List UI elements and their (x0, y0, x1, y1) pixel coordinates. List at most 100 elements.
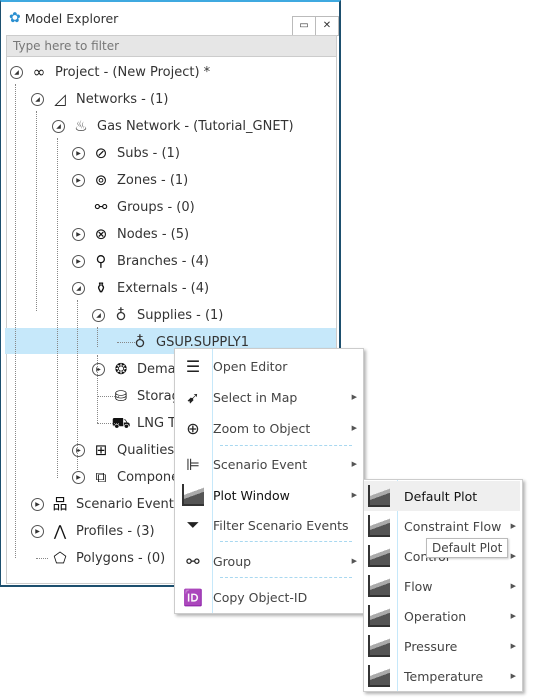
externals-icon: ⚱ (94, 279, 108, 297)
collapse-toggle[interactable]: ◢ (92, 308, 105, 322)
qualities-icon: ⊞ (94, 441, 108, 459)
menu-item-label: Copy Object-ID (213, 589, 308, 605)
menu-item-zoom-to-object[interactable]: ⊕ Zoom to Object ▶ (175, 413, 363, 443)
tree-line (97, 327, 98, 347)
tree-line (57, 138, 58, 478)
submenu-arrow-icon: ▶ (510, 672, 516, 680)
select-map-icon: ➹ (186, 387, 200, 407)
submenu-item-pressure[interactable]: Pressure ▶ (364, 631, 522, 661)
expand-toggle[interactable]: ▶ (72, 443, 85, 457)
supply-icon: ♁ (115, 306, 127, 324)
tree-item[interactable]: ◢ ♨ Gas Network - (Tutorial_GNET) (52, 115, 294, 137)
menu-item-label: Open Editor (213, 358, 288, 374)
flame-icon: ♨ (74, 117, 88, 135)
submenu-arrow-icon: ▶ (510, 522, 516, 530)
expand-toggle[interactable]: ▶ (72, 227, 85, 241)
collapse-toggle[interactable]: ◢ (31, 92, 44, 106)
submenu-arrow-icon: ▶ (351, 557, 357, 565)
tooltip: Default Plot (426, 538, 509, 558)
plot-icon (368, 605, 390, 627)
tree-item[interactable]: ⚯ Groups - (0) (72, 196, 195, 218)
plot-icon (368, 485, 390, 507)
profile-icon: ⋀ (53, 522, 67, 540)
tree-item[interactable]: ▶ ⚲ Branches - (4) (72, 250, 209, 272)
menu-item-label: Select in Map (213, 389, 298, 405)
menu-item-scenario-event[interactable]: ⊫ Scenario Event ▶ (175, 449, 363, 479)
tree-item[interactable]: ◢ ∞ Project - (New Project) * (10, 61, 210, 83)
tree-item-label: Project - (New Project) * (55, 64, 211, 80)
menu-item-label: Pressure (404, 638, 458, 654)
menu-separator (220, 445, 352, 446)
context-menu: ☰ Open Editor ➹ Select in Map ▶ ⊕ Zoom to Obje… (174, 348, 364, 614)
tree-line (77, 300, 78, 470)
menu-item-plot-window[interactable]: Plot Window ▶ (175, 480, 363, 510)
tree-item-label: Branches - (4) (117, 253, 209, 269)
collapse-toggle[interactable]: ◢ (72, 281, 85, 295)
editor-icon: ☰ (185, 356, 201, 376)
plot-icon (368, 635, 390, 657)
tree-item[interactable]: ▶ ⋀ Profiles - (3) (31, 520, 155, 542)
expand-toggle[interactable]: ▶ (72, 470, 85, 484)
submenu-item-default-plot[interactable]: Default Plot (364, 481, 520, 511)
branches-icon: ⚲ (95, 252, 107, 270)
submenu-item-flow[interactable]: Flow ▶ (364, 571, 522, 601)
components-icon: ⧉ (95, 468, 107, 486)
menu-item-label: Flow (404, 578, 433, 594)
tree-item[interactable]: ◢ ⚱ Externals - (4) (72, 277, 209, 299)
submenu-arrow-icon: ▶ (510, 582, 516, 590)
submenu-arrow-icon: ▶ (351, 460, 357, 468)
plot-icon (182, 484, 204, 506)
plot-icon (368, 545, 390, 567)
menu-item-label: Filter Scenario Events (213, 517, 349, 533)
collapse-toggle[interactable]: ◢ (52, 119, 65, 133)
window-title: ✿ Model Explorer (9, 10, 119, 26)
submenu-item-operation[interactable]: Operation ▶ (364, 601, 522, 631)
close-button[interactable]: ✕ (315, 16, 339, 36)
maximize-button[interactable]: ▭ (292, 16, 316, 36)
infinity-icon: ∞ (32, 63, 46, 81)
expand-toggle[interactable]: ▶ (72, 254, 85, 268)
plot-icon (368, 575, 390, 597)
expand-toggle[interactable]: ▶ (31, 497, 44, 511)
app-logo-icon: ✿ (9, 10, 21, 26)
submenu-item-constraint-flow[interactable]: Constraint Flow ▶ (364, 511, 522, 541)
filter-input[interactable]: Type here to filter (6, 35, 337, 57)
tree-item-label: Groups - (0) (117, 199, 195, 215)
tree-item[interactable]: ▶ ⊗ Nodes - (5) (72, 223, 189, 245)
tree-item[interactable]: ◢ ♁ Supplies - (1) (92, 304, 223, 326)
submenu-arrow-icon: ▶ (351, 491, 357, 499)
menu-item-open-editor[interactable]: ☰ Open Editor (175, 351, 363, 381)
tree-line (36, 558, 48, 559)
tree-item[interactable]: ⬠ Polygons - (0) (31, 547, 165, 569)
subs-icon: ⊘ (94, 144, 108, 162)
submenu-item-temperature[interactable]: Temperature ▶ (364, 661, 522, 691)
expand-toggle[interactable]: ▶ (72, 173, 85, 187)
submenu-arrow-icon: ▶ (351, 424, 357, 432)
tree-line (15, 84, 16, 558)
tree-item[interactable]: ▶ ⊘ Subs - (1) (72, 142, 180, 164)
tree-line (97, 396, 119, 397)
collapse-toggle[interactable]: ◢ (10, 65, 23, 79)
groups-icon: ⚯ (94, 198, 108, 216)
menu-item-group[interactable]: ⚯ Group ▶ (175, 546, 363, 576)
menu-item-label: Scenario Event (213, 456, 308, 472)
menu-separator (220, 577, 352, 578)
tree-item[interactable]: ◢ ◿ Networks - (1) (31, 88, 168, 110)
expand-toggle[interactable]: ▶ (92, 362, 105, 376)
tree-item[interactable]: ▶ ⊚ Zones - (1) (72, 169, 188, 191)
menu-item-label: Plot Window (213, 487, 290, 503)
tree-item-label: Profiles - (3) (76, 523, 155, 539)
menu-separator (220, 541, 352, 542)
menu-item-filter-scenario-events[interactable]: ⏷ Filter Scenario Events (175, 510, 363, 540)
expand-toggle[interactable]: ▶ (31, 524, 44, 538)
submenu-arrow-icon: ▶ (510, 612, 516, 620)
menu-item-copy-object-id[interactable]: 🆔 Copy Object-ID (175, 582, 363, 612)
menu-item-label: Operation (404, 608, 467, 624)
tree-item-label: Polygons - (0) (76, 550, 166, 566)
expand-toggle[interactable]: ▶ (72, 146, 85, 160)
submenu-arrow-icon: ▶ (351, 393, 357, 401)
tree-line (36, 111, 37, 311)
scenario-event-icon: ⊫ (186, 454, 200, 474)
submenu-arrow-icon: ▶ (510, 552, 516, 560)
menu-item-select-in-map[interactable]: ➹ Select in Map ▶ (175, 382, 363, 412)
